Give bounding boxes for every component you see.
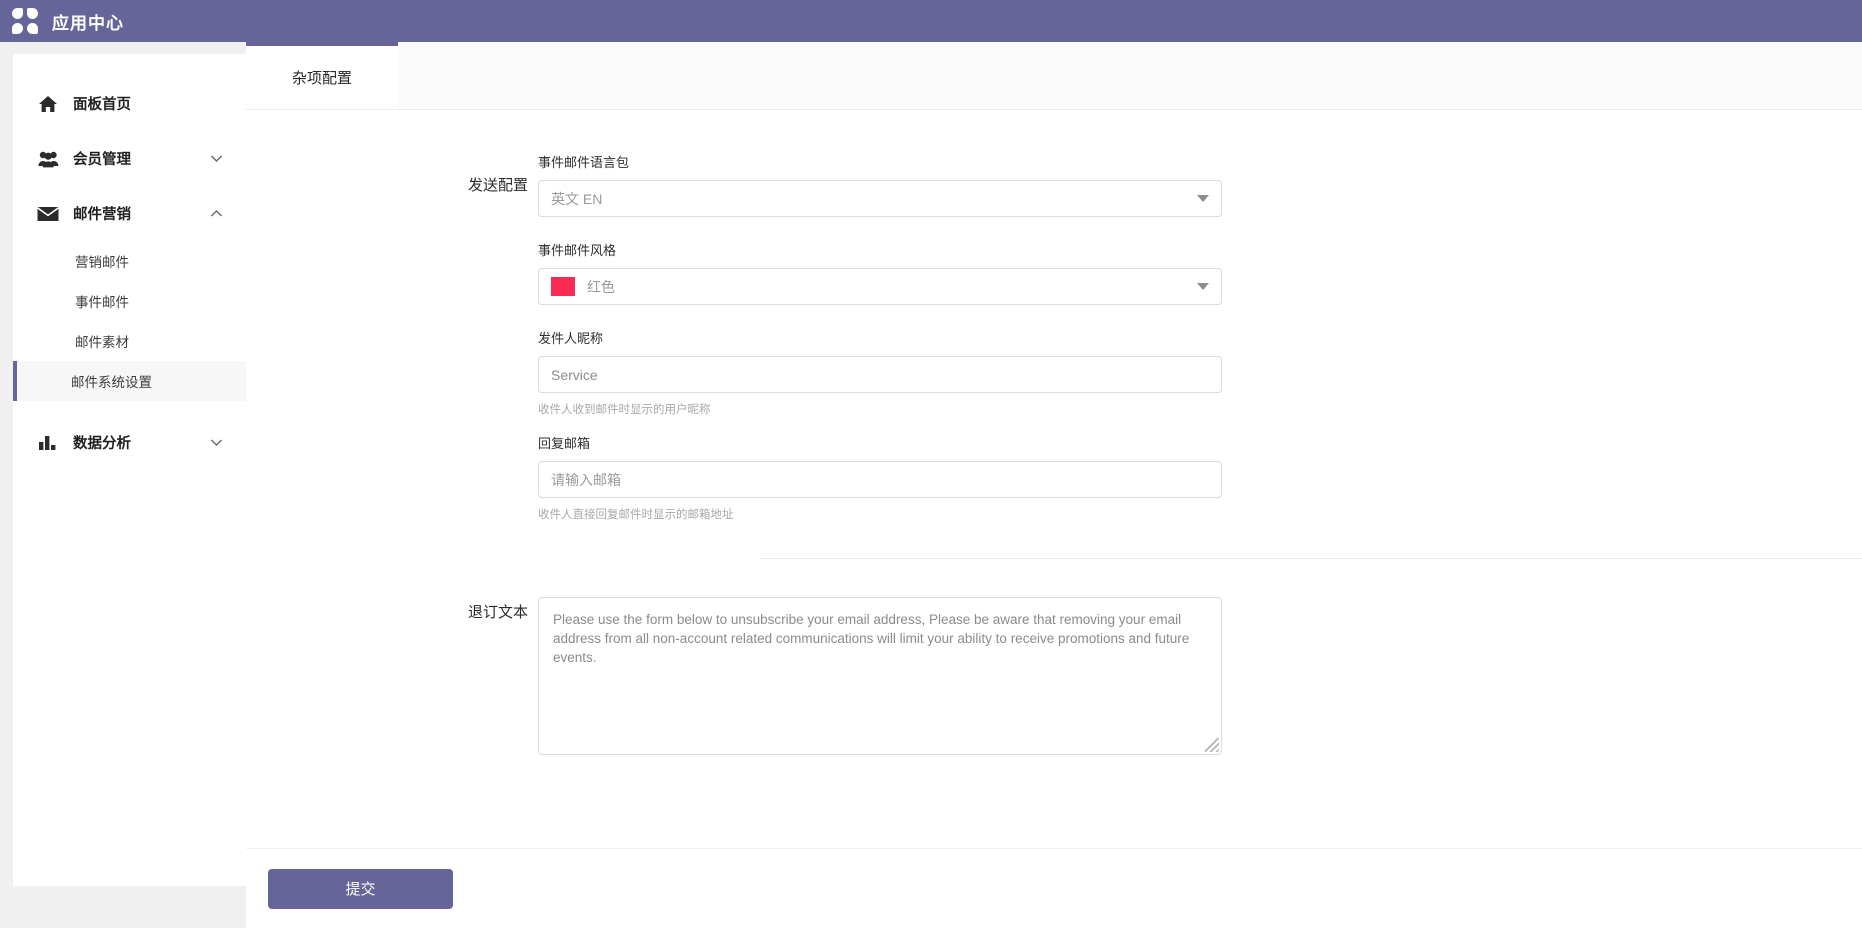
unsubscribe-fields: Please use the form below to unsubscribe… — [538, 597, 1222, 755]
unsubscribe-textarea[interactable]: Please use the form below to unsubscribe… — [538, 597, 1222, 755]
tab-bar: 杂项配置 — [246, 42, 1862, 110]
app-shell: 面板首页 会员管理 邮件营销 营销邮件 事件邮件 邮件素材 邮件系统设置 数据分… — [0, 42, 1862, 928]
settings-form: 发送配置 事件邮件语言包 英文 EN 事件邮件风格 红色 发件人昵称 Servi… — [246, 110, 1862, 848]
submit-button[interactable]: 提交 — [268, 868, 453, 909]
sidebar-subitem-label: 事件邮件 — [75, 295, 129, 310]
sidebar-item-label: 数据分析 — [73, 436, 131, 452]
reply-email-input[interactable]: 请输入邮箱 — [538, 461, 1222, 498]
sidebar-item-label: 面板首页 — [73, 97, 131, 113]
chevron-down-icon[interactable] — [1197, 195, 1209, 202]
page-title: 应用中心 — [52, 13, 124, 33]
tab-misc-config[interactable]: 杂项配置 — [246, 42, 398, 109]
main-panel: 杂项配置 发送配置 事件邮件语言包 英文 EN 事件邮件风格 红色 发件人昵称 … — [246, 42, 1862, 928]
unsubscribe-section: 退订文本 Please use the form below to unsubs… — [246, 559, 1862, 755]
sidebar-subitem-marketing-mail[interactable]: 营销邮件 — [13, 241, 246, 281]
field-sender-nickname: 发件人昵称 Service 收件人收到邮件时显示的用户昵称 — [538, 328, 1222, 417]
field-label: 发件人昵称 — [538, 331, 604, 346]
send-config-title: 发送配置 — [468, 177, 529, 194]
lang-pack-select[interactable]: 英文 EN — [538, 180, 1222, 217]
clover-logo-icon — [12, 8, 38, 34]
tab-label: 杂项配置 — [291, 70, 352, 87]
sender-nickname-hint: 收件人收到邮件时显示的用户昵称 — [538, 404, 711, 416]
sender-nickname-value: Service — [551, 366, 598, 383]
lang-pack-value: 英文 EN — [551, 190, 603, 207]
sidebar-subitem-label: 邮件素材 — [75, 335, 129, 350]
chevron-down-icon[interactable] — [1197, 283, 1209, 290]
sidebar-item-mail-marketing[interactable]: 邮件营销 营销邮件 事件邮件 邮件素材 邮件系统设置 — [13, 186, 246, 401]
envelope-icon — [37, 204, 59, 224]
reply-email-placeholder: 请输入邮箱 — [551, 471, 621, 488]
sidebar-item-label: 邮件营销 — [73, 207, 131, 223]
tab-bar-filler — [398, 42, 1862, 109]
mail-style-select[interactable]: 红色 — [538, 268, 1222, 305]
sidebar-subitem-mail-assets[interactable]: 邮件素材 — [13, 321, 246, 361]
chevron-down-icon[interactable] — [209, 151, 224, 166]
home-icon — [37, 94, 59, 114]
color-swatch-icon — [551, 277, 575, 296]
mail-style-value: 红色 — [587, 278, 615, 295]
reply-email-hint: 收件人直接回复邮件时显示的邮箱地址 — [538, 509, 734, 521]
resize-handle-icon[interactable] — [1205, 738, 1219, 752]
sidebar-item-analytics[interactable]: 数据分析 — [13, 415, 246, 470]
sidebar-subitem-label: 营销邮件 — [75, 255, 129, 270]
sidebar-subitem-label: 邮件系统设置 — [71, 375, 152, 390]
sidebar: 面板首页 会员管理 邮件营销 营销邮件 事件邮件 邮件素材 邮件系统设置 数据分… — [13, 54, 246, 886]
field-reply-email: 回复邮箱 请输入邮箱 收件人直接回复邮件时显示的邮箱地址 — [538, 433, 1222, 522]
sidebar-item-label: 会员管理 — [73, 152, 131, 168]
send-config-fields: 事件邮件语言包 英文 EN 事件邮件风格 红色 发件人昵称 Service 收件… — [538, 152, 1222, 538]
bar-chart-icon — [37, 433, 59, 453]
chevron-up-icon[interactable] — [209, 206, 224, 221]
field-mail-style: 事件邮件风格 红色 — [538, 240, 1222, 305]
users-group-icon — [37, 149, 59, 169]
field-lang-pack: 事件邮件语言包 英文 EN — [538, 152, 1222, 217]
sidebar-item-home[interactable]: 面板首页 — [13, 76, 246, 131]
send-config-section: 发送配置 事件邮件语言包 英文 EN 事件邮件风格 红色 发件人昵称 Servi… — [246, 110, 1862, 538]
form-footer: 提交 — [246, 848, 1862, 928]
sender-nickname-input[interactable]: Service — [538, 356, 1222, 393]
sidebar-subitem-event-mail[interactable]: 事件邮件 — [13, 281, 246, 321]
sidebar-subitem-mail-system-settings[interactable]: 邮件系统设置 — [13, 361, 246, 401]
sidebar-item-members[interactable]: 会员管理 — [13, 131, 246, 186]
unsubscribe-text: Please use the form below to unsubscribe… — [553, 612, 1190, 666]
field-label: 事件邮件语言包 — [538, 155, 630, 170]
unsubscribe-title: 退订文本 — [468, 604, 529, 621]
field-label: 回复邮箱 — [538, 436, 591, 451]
app-header: 应用中心 — [0, 0, 1862, 42]
field-label: 事件邮件风格 — [538, 243, 617, 258]
chevron-down-icon[interactable] — [209, 435, 224, 450]
